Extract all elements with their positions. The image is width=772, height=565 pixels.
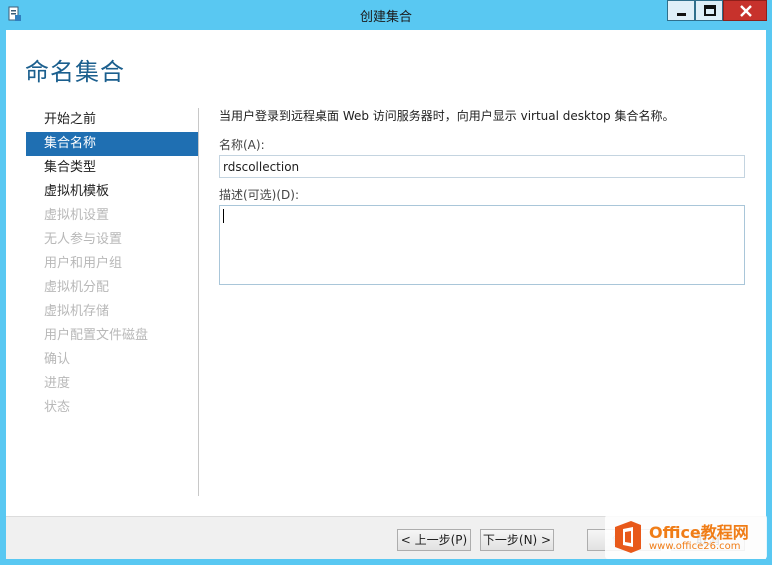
form-content: 当用户登录到远程桌面 Web 访问服务器时，向用户显示 virtual desk… <box>219 108 749 285</box>
minimize-icon <box>677 13 686 16</box>
minimize-button[interactable] <box>667 0 695 21</box>
nav-item-collection-name[interactable]: 集合名称 <box>26 132 198 156</box>
close-icon <box>740 5 752 17</box>
watermark-brand: Office教程网 <box>649 523 749 542</box>
wizard-client-area: 命名集合 开始之前 集合名称 集合类型 虚拟机模板 虚拟机设置 无人参与设置 用… <box>6 30 766 559</box>
office-logo-icon <box>615 521 641 553</box>
nav-item-before-you-begin[interactable]: 开始之前 <box>26 108 198 132</box>
close-button[interactable] <box>723 0 767 21</box>
next-button[interactable]: 下一步(N) > <box>480 529 554 551</box>
nav-item-unattended-settings: 无人参与设置 <box>44 232 123 247</box>
nav-item-vm-storage: 虚拟机存储 <box>44 304 110 319</box>
previous-button[interactable]: < 上一步(P) <box>397 529 471 551</box>
name-label: 名称(A): <box>219 138 265 152</box>
nav-item-status: 状态 <box>44 400 71 415</box>
description-label: 描述(可选)(D): <box>219 188 300 202</box>
nav-item-vm-allocation: 虚拟机分配 <box>44 280 110 295</box>
maximize-icon <box>704 5 716 16</box>
intro-text: 当用户登录到远程桌面 Web 访问服务器时，向用户显示 virtual desk… <box>219 109 675 123</box>
nav-item-collection-type[interactable]: 集合类型 <box>26 156 198 180</box>
text-caret <box>223 209 224 223</box>
page-title: 命名集合 <box>25 58 125 86</box>
nav-item-vm-template[interactable]: 虚拟机模板 <box>26 180 198 204</box>
window-title: 创建集合 <box>359 10 412 25</box>
collection-name-input[interactable] <box>219 155 745 178</box>
maximize-button[interactable] <box>695 0 723 21</box>
watermark-url: www.office26.com <box>649 541 741 552</box>
nav-item-vm-settings: 虚拟机设置 <box>44 208 110 223</box>
description-textarea[interactable] <box>219 205 745 285</box>
title-bar[interactable]: 创建集合 <box>0 0 772 30</box>
wizard-nav: 开始之前 集合名称 集合类型 虚拟机模板 虚拟机设置 无人参与设置 用户和用户组… <box>26 108 198 420</box>
nav-item-confirmation: 确认 <box>44 352 71 367</box>
nav-item-user-profile-disks: 用户配置文件磁盘 <box>44 328 149 343</box>
nav-item-users-and-groups: 用户和用户组 <box>44 256 123 271</box>
nav-divider <box>198 108 199 496</box>
nav-item-progress: 进度 <box>44 376 71 391</box>
watermark: Office教程网 www.office26.com <box>605 515 767 559</box>
